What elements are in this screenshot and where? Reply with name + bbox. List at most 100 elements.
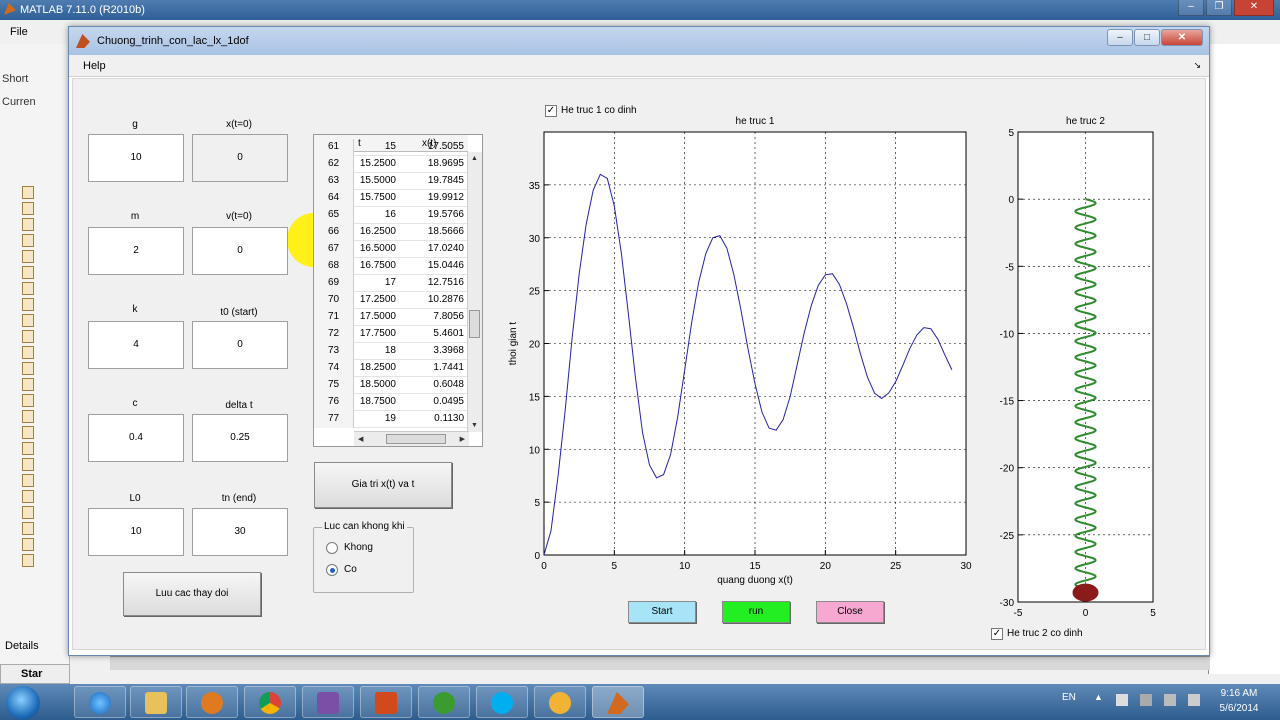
file-icon[interactable] <box>22 346 34 359</box>
matlab-taskbar-button[interactable] <box>592 686 644 718</box>
matlab-left-panel: Short Curren <box>0 44 70 684</box>
axes2-ytick-label: 0 <box>1008 195 1014 206</box>
axes1-xtick-label: 5 <box>612 561 618 572</box>
axes2-xtick-label: -5 <box>1014 608 1023 619</box>
system-tray: EN ▲ 9:16 AM 5/6/2014 <box>1060 684 1280 720</box>
battery-icon[interactable] <box>1164 694 1176 706</box>
media-taskbar-button[interactable] <box>186 686 238 718</box>
file-icon[interactable] <box>22 554 34 567</box>
file-icon[interactable] <box>22 314 34 327</box>
maximize-icon[interactable]: ❐ <box>1206 0 1232 16</box>
clock-date[interactable]: 5/6/2014 <box>1214 703 1264 714</box>
mass-ball[interactable] <box>1072 583 1099 602</box>
figure-window: Chuong_trinh_con_lac_lx_1dof – □ ✕ Help … <box>68 26 1210 656</box>
axes1-ytick-label: 25 <box>529 287 541 298</box>
figure-menu-bar: Help ↘ <box>69 55 1209 77</box>
vs-taskbar-button[interactable] <box>302 686 354 718</box>
start-button[interactable]: Start <box>628 601 696 623</box>
menu-pin-icon[interactable]: ↘ <box>1193 60 1201 71</box>
axes1-ytick-label: 30 <box>529 234 541 245</box>
explorer-taskbar-button[interactable] <box>130 686 182 718</box>
file-list <box>22 186 38 570</box>
taskbar: EN ▲ 9:16 AM 5/6/2014 <box>0 684 1280 720</box>
run-button[interactable]: run <box>722 601 790 623</box>
file-icon[interactable] <box>22 282 34 295</box>
axes2-title: he truc 2 <box>1066 116 1105 127</box>
file-icon[interactable] <box>22 522 34 535</box>
close-button[interactable]: Close <box>816 601 884 623</box>
figure-body: g x(t=0) 10 0 m v(t=0) 2 0 k t0 (start) … <box>72 78 1206 650</box>
axes1-ytick-label: 10 <box>529 445 541 456</box>
file-icon[interactable] <box>22 410 34 423</box>
windows-start-icon[interactable] <box>6 686 40 720</box>
file-icon[interactable] <box>22 330 34 343</box>
close-icon[interactable]: ✕ <box>1234 0 1274 16</box>
network-icon[interactable] <box>1140 694 1152 706</box>
axes2-ytick-label: -5 <box>1005 262 1014 273</box>
axes1-ytick-label: 5 <box>534 498 540 509</box>
axes1-ytick-label: 35 <box>529 181 541 192</box>
help-menu[interactable]: Help <box>83 60 106 72</box>
volume-icon[interactable] <box>1188 694 1200 706</box>
axes2-ytick-label: -25 <box>1000 531 1015 542</box>
file-icon[interactable] <box>22 218 34 231</box>
plots-canvas[interactable]: 0 5 10 15 20 25 30 0 5 10 15 20 25 30 35 he truc 1 quang… <box>73 79 1207 651</box>
minimize-icon[interactable]: – <box>1178 0 1204 16</box>
axes2-ytick-label: 5 <box>1008 128 1014 139</box>
powerpoint-taskbar-button[interactable] <box>360 686 412 718</box>
fix-axes2-label: He truc 2 co dinh <box>1007 628 1083 639</box>
axes1-xtick-label: 10 <box>679 561 691 572</box>
tray-arrow-icon[interactable]: ▲ <box>1094 692 1103 702</box>
file-icon[interactable] <box>22 394 34 407</box>
figure-close-icon[interactable]: ✕ <box>1161 29 1203 46</box>
file-icon[interactable] <box>22 506 34 519</box>
skype-icon <box>491 692 513 714</box>
axes2-ytick-label: -30 <box>1000 598 1015 609</box>
chrome-taskbar-button[interactable] <box>244 686 296 718</box>
details-label[interactable]: Details <box>5 640 39 652</box>
globe-taskbar-button[interactable] <box>534 686 586 718</box>
ie-taskbar-button[interactable] <box>74 686 126 718</box>
skype-taskbar-button[interactable] <box>476 686 528 718</box>
file-icon[interactable] <box>22 202 34 215</box>
axes1-xtick-label: 20 <box>820 561 832 572</box>
axes1-title: he truc 1 <box>736 116 775 127</box>
matlab-bottom-strip <box>110 656 1210 670</box>
figure-title-bar: Chuong_trinh_con_lac_lx_1dof – □ ✕ <box>69 27 1209 55</box>
axes1-xtick-label: 30 <box>960 561 972 572</box>
figure-minimize-icon[interactable]: – <box>1107 29 1133 46</box>
utorrent-icon <box>433 692 455 714</box>
axes2-xtick-label: 5 <box>1150 608 1156 619</box>
fix-axes2-checkbox[interactable]: ✓ <box>991 628 1003 640</box>
axes1-ytick-label: 20 <box>529 340 541 351</box>
file-menu[interactable]: File <box>10 26 28 38</box>
file-icon[interactable] <box>22 442 34 455</box>
file-icon[interactable] <box>22 362 34 375</box>
current-folder-label[interactable]: Curren <box>2 96 36 108</box>
file-icon[interactable] <box>22 538 34 551</box>
file-icon[interactable] <box>22 426 34 439</box>
utorrent-taskbar-button[interactable] <box>418 686 470 718</box>
matlab-start-label: Star <box>21 668 43 680</box>
file-icon[interactable] <box>22 490 34 503</box>
media-player-icon <box>201 692 223 714</box>
file-icon[interactable] <box>22 298 34 311</box>
figure-maximize-icon[interactable]: □ <box>1134 29 1160 46</box>
file-icon[interactable] <box>22 378 34 391</box>
file-icon[interactable] <box>22 474 34 487</box>
folder-icon <box>145 692 167 714</box>
axes1-ylabel: thoi gian t <box>508 322 519 366</box>
matlab-start-button[interactable]: Star <box>0 664 70 684</box>
file-icon[interactable] <box>22 186 34 199</box>
axes1-xtick-label: 15 <box>749 561 761 572</box>
file-icon[interactable] <box>22 266 34 279</box>
file-icon[interactable] <box>22 458 34 471</box>
file-icon[interactable] <box>22 250 34 263</box>
flag-icon[interactable] <box>1116 694 1128 706</box>
shortcuts-label[interactable]: Short <box>2 73 28 85</box>
matlab-title-bar: MATLAB 7.11.0 (R2010b) – ❐ ✕ <box>0 0 1280 20</box>
language-indicator[interactable]: EN <box>1062 692 1076 703</box>
matlab-title: MATLAB 7.11.0 (R2010b) <box>20 4 145 16</box>
clock-time[interactable]: 9:16 AM <box>1214 688 1264 699</box>
file-icon[interactable] <box>22 234 34 247</box>
